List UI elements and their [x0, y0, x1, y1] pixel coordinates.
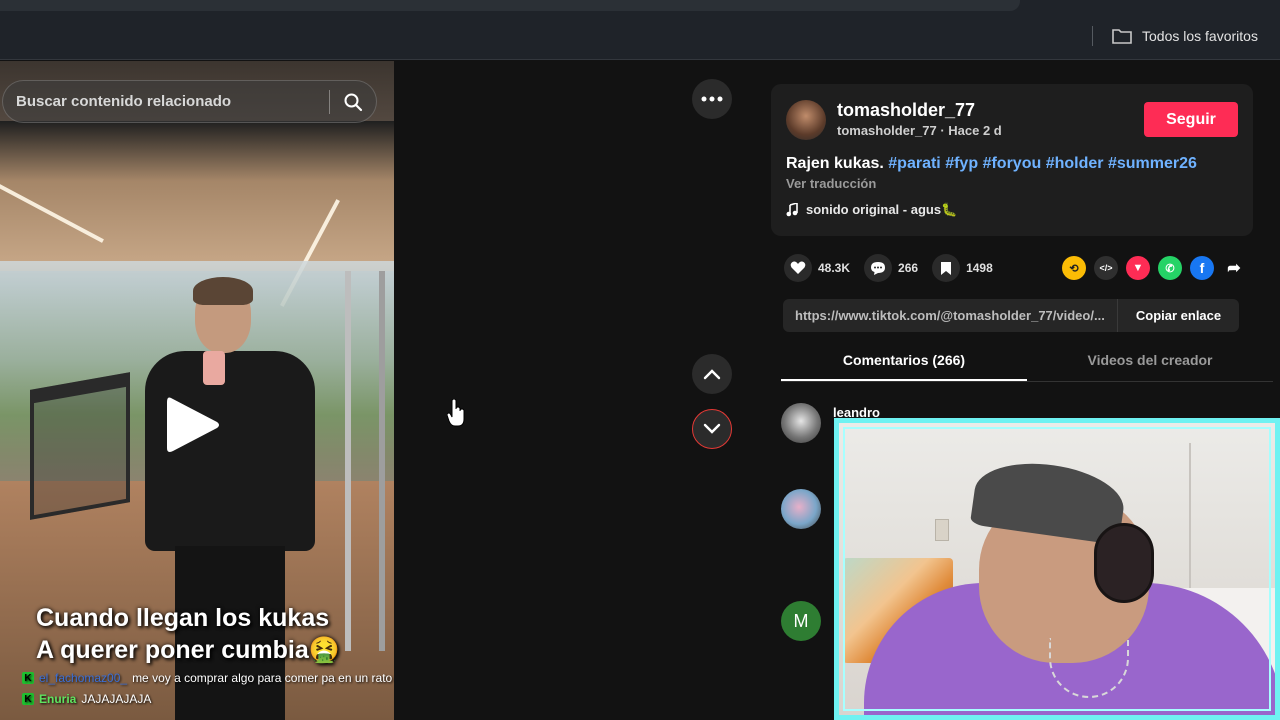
- chat-text: me voy a comprar algo para comer pa en u…: [132, 671, 431, 685]
- streamer-webcam: [834, 418, 1280, 720]
- comment-avatar[interactable]: [781, 489, 821, 529]
- like-button[interactable]: 48.3K: [784, 254, 850, 282]
- more-dots-icon: [701, 96, 723, 102]
- save-count: 1498: [966, 261, 993, 275]
- facebook-icon[interactable]: f: [1190, 256, 1214, 280]
- weight-rack: [345, 271, 385, 651]
- previous-video-button[interactable]: [692, 354, 732, 394]
- all-bookmarks-label: Todos los favoritos: [1142, 28, 1258, 44]
- search-icon[interactable]: [330, 80, 376, 123]
- next-video-button[interactable]: [692, 409, 732, 449]
- post-description: Rajen kukas. #parati #fyp #foryou #holde…: [786, 155, 1197, 173]
- post-username[interactable]: tomasholder_77: [837, 100, 975, 121]
- play-icon[interactable]: [165, 394, 221, 456]
- bookmarks-separator: [1092, 26, 1093, 46]
- chat-username: el_fachomaz00_: [39, 671, 128, 685]
- description-text: Rajen kukas.: [786, 155, 884, 172]
- comment-bubble-icon: [864, 254, 893, 282]
- comment-count: 266: [898, 261, 919, 275]
- tab-comments[interactable]: Comentarios (266): [781, 344, 1027, 381]
- chat-message: K Enuria JAJAJAJAJA: [22, 692, 151, 706]
- see-translation-link[interactable]: Ver traducción: [786, 176, 876, 191]
- follow-button[interactable]: Seguir: [1144, 102, 1238, 137]
- treadmill: [30, 372, 130, 520]
- save-button[interactable]: 1498: [932, 254, 993, 282]
- engagement-actions: 48.3K 266 1498: [784, 254, 1007, 282]
- comment-avatar[interactable]: [781, 403, 821, 443]
- webcam-inner-border: [843, 427, 1271, 711]
- caption-line-1: Cuando llegan los kukas: [36, 604, 330, 632]
- share-url-field[interactable]: https://www.tiktok.com/@tomasholder_77/v…: [783, 308, 1117, 323]
- sound-link[interactable]: sonido original - agus🐛: [786, 202, 957, 218]
- related-search-bar[interactable]: Buscar contenido relacionado: [2, 80, 377, 123]
- hashtag[interactable]: #parati: [888, 155, 940, 172]
- hashtag[interactable]: #fyp: [945, 155, 978, 172]
- more-options-button[interactable]: [692, 79, 732, 119]
- all-bookmarks-button[interactable]: Todos los favoritos: [1112, 24, 1258, 48]
- heart-icon: [784, 254, 812, 282]
- chat-text: JAJAJAJAJA: [81, 692, 152, 706]
- kick-badge-icon: K: [22, 672, 34, 684]
- caption-line-2: A querer poner cumbia🤮: [36, 636, 340, 664]
- share-arrow-icon[interactable]: ➦: [1222, 256, 1246, 280]
- video-scene-ceiling: [0, 121, 394, 271]
- music-note-icon: [786, 203, 798, 217]
- like-count: 48.3K: [818, 261, 851, 275]
- folder-icon: [1112, 29, 1132, 44]
- chevron-up-icon: [703, 369, 721, 380]
- comment-button[interactable]: 266: [864, 254, 918, 282]
- sound-name: sonido original - agus🐛: [806, 202, 958, 217]
- person-hair: [193, 277, 253, 305]
- chat-username: Enuria: [39, 692, 77, 706]
- post-subtitle: tomasholder_77 · Hace 2 d: [837, 123, 1002, 138]
- embed-icon[interactable]: </>: [1094, 256, 1118, 280]
- tab-creator-videos[interactable]: Videos del creador: [1027, 344, 1273, 381]
- video-caption: Cuando llegan los kukas A querer poner c…: [36, 602, 340, 666]
- chat-message: K el_fachomaz00_ me voy a comprar algo p…: [22, 671, 430, 685]
- hashtag[interactable]: #holder: [1046, 155, 1104, 172]
- video-nav-column: [394, 61, 752, 720]
- comment-avatar[interactable]: M: [781, 601, 821, 641]
- hand-cursor-icon: [447, 399, 465, 427]
- kick-badge-icon: K: [22, 693, 34, 705]
- person-phone: [203, 351, 225, 385]
- share-icons-row: ⟲ </> ▼ ✆ f ➦: [1062, 256, 1246, 280]
- send-icon[interactable]: ▼: [1126, 256, 1150, 280]
- chevron-down-icon: [703, 423, 721, 434]
- whatsapp-icon[interactable]: ✆: [1158, 256, 1182, 280]
- hashtag[interactable]: #summer26: [1108, 155, 1197, 172]
- address-bar-region[interactable]: [0, 0, 1020, 11]
- hashtag[interactable]: #foryou: [983, 155, 1042, 172]
- copy-link-button[interactable]: Copiar enlace: [1117, 299, 1239, 332]
- bookmarks-bar: Todos los favoritos: [0, 12, 1280, 60]
- panel-tabs: Comentarios (266) Videos del creador: [781, 344, 1273, 382]
- avatar[interactable]: [786, 100, 826, 140]
- search-input[interactable]: Buscar contenido relacionado: [3, 93, 329, 110]
- repost-icon[interactable]: ⟲: [1062, 256, 1086, 280]
- share-link-box: https://www.tiktok.com/@tomasholder_77/v…: [783, 299, 1239, 332]
- browser-top-bar: [0, 0, 1280, 12]
- bookmark-icon: [932, 254, 961, 282]
